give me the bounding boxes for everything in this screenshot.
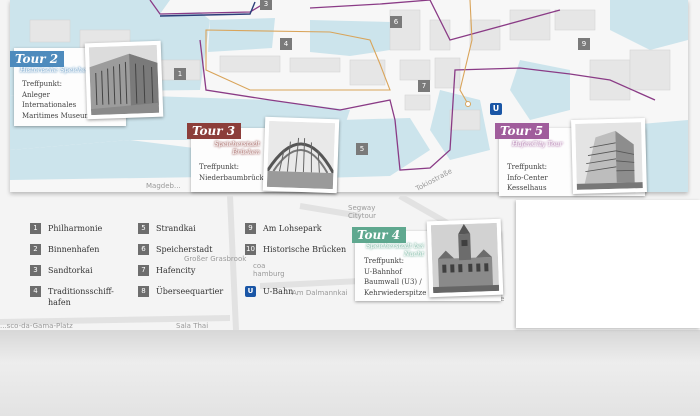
tour-2-title: Tour 2 <box>10 51 65 67</box>
meeting-line: Niederbaumbrücke <box>199 173 268 182</box>
meeting-label: Treffpunkt: <box>507 163 548 171</box>
page-background <box>0 328 700 416</box>
legend-label: Philharmonie <box>48 224 103 233</box>
tour-3-meeting: Treffpunkt: Niederbaumbrücke <box>199 162 268 183</box>
legend-label: Binnenhafen <box>48 245 100 254</box>
legend-label: Strandkai <box>156 224 196 233</box>
map-pin-1[interactable]: 1 <box>174 68 186 80</box>
meeting-line: Baumwall (U3) / <box>364 278 422 286</box>
legend-label: Sandtorkai <box>48 266 93 275</box>
tour-3-subtitle: Speicherstadt Brücken <box>214 140 260 156</box>
modern-building-photo <box>571 118 647 194</box>
meeting-line: Info-Center <box>507 173 548 182</box>
legend-badge: 4 <box>30 286 41 297</box>
street-label: Segway <box>348 204 376 212</box>
rathaus-photo <box>426 218 504 298</box>
legend-badge: 10 <box>245 244 256 255</box>
legend-label-line2: hafen <box>48 298 71 307</box>
legend-label: Speicherstadt <box>156 245 213 254</box>
meeting-line: Kesselhaus <box>507 184 547 192</box>
map-pin-7[interactable]: 7 <box>418 80 430 92</box>
map-pin-6[interactable]: 6 <box>390 16 402 28</box>
meeting-line: Internationales <box>22 101 77 109</box>
street-label: ...sco-da-Gama-Platz <box>0 322 73 330</box>
notebook-page <box>516 200 700 328</box>
tour-2-subtitle: Historische Speicher <box>20 66 90 74</box>
street-label: Sala Thai <box>176 322 209 330</box>
tour-2-meeting: Treffpunkt: Anleger Internationales Mari… <box>22 79 91 121</box>
ubahn-icon: U <box>245 286 256 297</box>
tour-3-title: Tour 3 <box>187 123 242 139</box>
legend-label: Historische Brücken <box>263 245 347 254</box>
legend-badge: 6 <box>138 244 149 255</box>
legend-badge: 5 <box>138 223 149 234</box>
legend-label: Am Lohsepark <box>263 224 322 233</box>
street-label: Magdeb... <box>146 182 181 190</box>
map-pin-9[interactable]: 9 <box>578 38 590 50</box>
legend-badge: 1 <box>30 223 41 234</box>
speicher-warehouse-photo <box>84 40 164 120</box>
legend-label: U-Bahn <box>263 287 294 296</box>
legend-label: Überseequartier <box>156 287 224 296</box>
meeting-line: Anleger <box>22 90 50 99</box>
legend-badge: 2 <box>30 244 41 255</box>
legend-label: Hafencity <box>156 266 196 275</box>
tour-4-meeting: Treffpunkt: U-Bahnhof Baumwall (U3) / Ke… <box>364 256 426 298</box>
tour-5-subtitle: HafenCity Tour <box>512 140 563 148</box>
map-sheet: Magdeb... Tokiostraße 3 6 4 1 7 5 9 U To… <box>0 0 700 330</box>
street-label: coa <box>253 262 266 270</box>
bridge-photo <box>262 116 340 194</box>
ubahn-icon[interactable]: U <box>490 103 502 115</box>
street-label: Großer Grasbrook <box>184 255 247 263</box>
tour-5-title: Tour 5 <box>495 123 550 139</box>
map-page: Magdeb... Tokiostraße 3 6 4 1 7 5 9 U To… <box>0 0 700 416</box>
legend-badge: 9 <box>245 223 256 234</box>
meeting-label: Treffpunkt: <box>199 163 240 171</box>
meeting-line: Maritimes Museum <box>22 111 92 120</box>
meeting-line: U-Bahnhof <box>364 267 402 276</box>
meeting-label: Treffpunkt: <box>364 257 405 265</box>
street-label: Citytour <box>348 212 377 220</box>
legend-badge: 7 <box>138 265 149 276</box>
tour-5-meeting: Treffpunkt: Info-Center Kesselhaus <box>507 162 548 194</box>
meeting-label: Treffpunkt: <box>22 80 63 88</box>
map-pin-4[interactable]: 4 <box>280 38 292 50</box>
legend-badge: 3 <box>30 265 41 276</box>
legend-label: Traditionsschiff- <box>48 287 114 296</box>
meeting-line: Kehrwiederspitze <box>364 288 427 297</box>
legend-badge: 8 <box>138 286 149 297</box>
map-pin-5[interactable]: 5 <box>356 143 368 155</box>
street-label: hamburg <box>253 270 285 278</box>
street-label: Am Dalmannkai <box>292 289 348 297</box>
map-pin-3[interactable]: 3 <box>260 0 272 10</box>
tour-4-title: Tour 4 <box>352 227 407 243</box>
